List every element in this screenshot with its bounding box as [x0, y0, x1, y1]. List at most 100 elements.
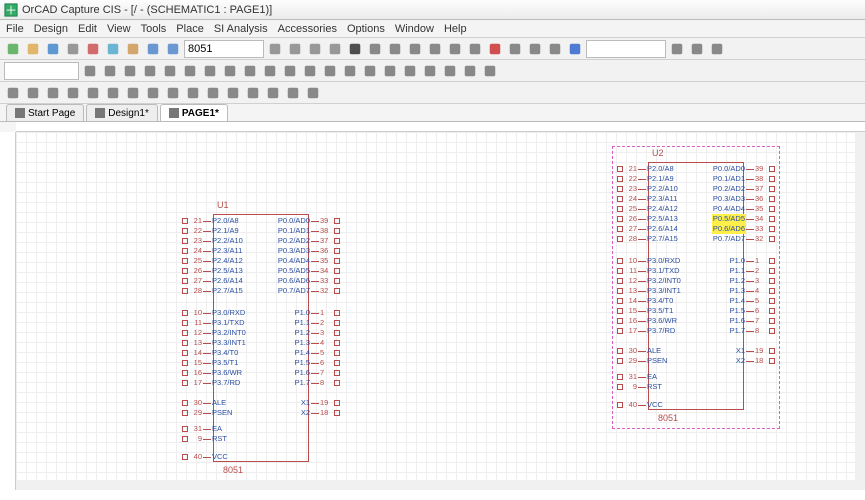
new-button[interactable]	[4, 40, 22, 58]
pin-30[interactable]: 30ALE	[181, 398, 227, 408]
junction-button[interactable]	[161, 62, 179, 80]
pin-14[interactable]: 14P3.4/T0	[616, 296, 674, 306]
noconnect-button[interactable]	[221, 62, 239, 80]
menu-window[interactable]: Window	[395, 23, 434, 35]
pin-32[interactable]: 32P0.7/AD7	[277, 286, 341, 296]
pin-18[interactable]: 18X2	[735, 356, 776, 366]
pin-7[interactable]: 7P1.6	[729, 316, 776, 326]
cut-button[interactable]	[84, 40, 102, 58]
pin-12[interactable]: 12P3.2/INT0	[181, 328, 247, 338]
pin-8[interactable]: 8P1.7	[729, 326, 776, 336]
pin-25[interactable]: 25P2.4/A12	[616, 204, 679, 214]
pin-25[interactable]: 25P2.4/A12	[181, 256, 244, 266]
netalias-button[interactable]	[141, 62, 159, 80]
component-u2[interactable]: U2805121P2.0/A822P2.1/A923P2.2/A1024P2.3…	[616, 150, 776, 425]
print-button[interactable]	[64, 40, 82, 58]
pin-18[interactable]: 18X2	[300, 408, 341, 418]
pin-22[interactable]: 22P2.1/A9	[616, 174, 675, 184]
pin-13[interactable]: 13P3.3/INT1	[616, 286, 682, 296]
pin-34[interactable]: 34P0.5/AD5	[277, 266, 341, 276]
pin-4[interactable]: 4P1.3	[294, 338, 341, 348]
pin-28[interactable]: 28P2.7/A15	[616, 234, 679, 244]
pin-37[interactable]: 37P0.2/AD2	[712, 184, 776, 194]
schematic-canvas[interactable]: U1805121P2.0/A822P2.1/A923P2.2/A1024P2.3…	[16, 132, 865, 490]
wire-button[interactable]	[101, 62, 119, 80]
layer-combo[interactable]	[4, 62, 79, 80]
menu-view[interactable]: View	[107, 23, 131, 35]
pin-4[interactable]: 4P1.3	[729, 286, 776, 296]
pin-27[interactable]: 27P2.6/A14	[181, 276, 244, 286]
pin-12[interactable]: 12P3.2/INT0	[616, 276, 682, 286]
pin-27[interactable]: 27P2.6/A14	[616, 224, 679, 234]
pin-31[interactable]: 31EA	[616, 372, 658, 382]
pin-24[interactable]: 24P2.3/A11	[616, 194, 678, 204]
group-button[interactable]	[184, 84, 202, 102]
arc-button[interactable]	[361, 62, 379, 80]
grid-button[interactable]	[284, 84, 302, 102]
search-combo[interactable]	[586, 40, 666, 58]
dist-h-button[interactable]	[84, 84, 102, 102]
pin-14[interactable]: 14P3.4/T0	[181, 348, 239, 358]
pin-3[interactable]: 3P1.2	[294, 328, 341, 338]
component-u1[interactable]: U1805121P2.0/A822P2.1/A923P2.2/A1024P2.3…	[181, 202, 341, 477]
scrollbar-vertical[interactable]	[855, 132, 865, 480]
pin-21[interactable]: 21P2.0/A8	[616, 164, 675, 174]
pin-10[interactable]: 10P3.0/RXD	[616, 256, 681, 266]
menu-accessories[interactable]: Accessories	[278, 23, 337, 35]
bus-button[interactable]	[121, 62, 139, 80]
pin-39[interactable]: 39P0.0/AD0	[712, 164, 776, 174]
pin-31[interactable]: 31EA	[181, 424, 223, 434]
bookmark-button[interactable]	[261, 62, 279, 80]
pin-33[interactable]: 33P0.6/AD6	[277, 276, 341, 286]
pin-3[interactable]: 3P1.2	[729, 276, 776, 286]
copy-sheet-button[interactable]	[506, 40, 524, 58]
page-next-button[interactable]	[406, 40, 424, 58]
page-grid-button[interactable]	[466, 40, 484, 58]
nav-prev-button[interactable]	[688, 40, 706, 58]
pin-40[interactable]: 40VCC	[181, 452, 229, 462]
ierc-button[interactable]	[421, 62, 439, 80]
part-value[interactable]: 8051	[223, 465, 243, 475]
pin-40[interactable]: 40VCC	[616, 400, 664, 410]
menu-edit[interactable]: Edit	[78, 23, 97, 35]
zoom-fit-button[interactable]	[306, 40, 324, 58]
zoom-area-button[interactable]	[326, 40, 344, 58]
tab-page1-[interactable]: PAGE1*	[160, 104, 228, 121]
pin-17[interactable]: 17P3.7/RD	[616, 326, 676, 336]
area2-button[interactable]	[461, 62, 479, 80]
undo-button[interactable]	[144, 40, 162, 58]
pin-23[interactable]: 23P2.2/A10	[616, 184, 679, 194]
pin-33[interactable]: 33P0.6/AD6	[712, 224, 776, 234]
page-prev-button[interactable]	[366, 40, 384, 58]
menu-options[interactable]: Options	[347, 23, 385, 35]
pin-23[interactable]: 23P2.2/A10	[181, 236, 244, 246]
pin-5[interactable]: 5P1.4	[729, 296, 776, 306]
refdes[interactable]: U2	[652, 148, 664, 158]
part-name-combo[interactable]: 8051	[184, 40, 264, 58]
pin-38[interactable]: 38P0.1/AD1	[712, 174, 776, 184]
find-button[interactable]	[668, 40, 686, 58]
pin-2[interactable]: 2P1.1	[294, 318, 341, 328]
pin-13[interactable]: 13P3.3/INT1	[181, 338, 247, 348]
zoom-out-button[interactable]	[286, 40, 304, 58]
layer-button[interactable]	[264, 84, 282, 102]
align-l-button[interactable]	[4, 84, 22, 102]
pin-1[interactable]: 1P1.0	[294, 308, 341, 318]
sync-button[interactable]	[546, 40, 564, 58]
offpage-button[interactable]	[241, 62, 259, 80]
save-button[interactable]	[44, 40, 62, 58]
pin-35[interactable]: 35P0.4/AD4	[712, 204, 776, 214]
pin-26[interactable]: 26P2.5/A13	[181, 266, 244, 276]
pin-34[interactable]: 34P0.5/AD5	[712, 214, 776, 224]
pin-30[interactable]: 30ALE	[616, 346, 662, 356]
power-button[interactable]	[181, 62, 199, 80]
align-r-button[interactable]	[24, 84, 42, 102]
align-b-button[interactable]	[64, 84, 82, 102]
pin-36[interactable]: 36P0.3/AD3	[277, 246, 341, 256]
page-top-button[interactable]	[386, 40, 404, 58]
move-sheet-button[interactable]	[526, 40, 544, 58]
line-button[interactable]	[301, 62, 319, 80]
delete-button[interactable]	[486, 40, 504, 58]
pin-6[interactable]: 6P1.5	[294, 358, 341, 368]
redo-button[interactable]	[164, 40, 182, 58]
